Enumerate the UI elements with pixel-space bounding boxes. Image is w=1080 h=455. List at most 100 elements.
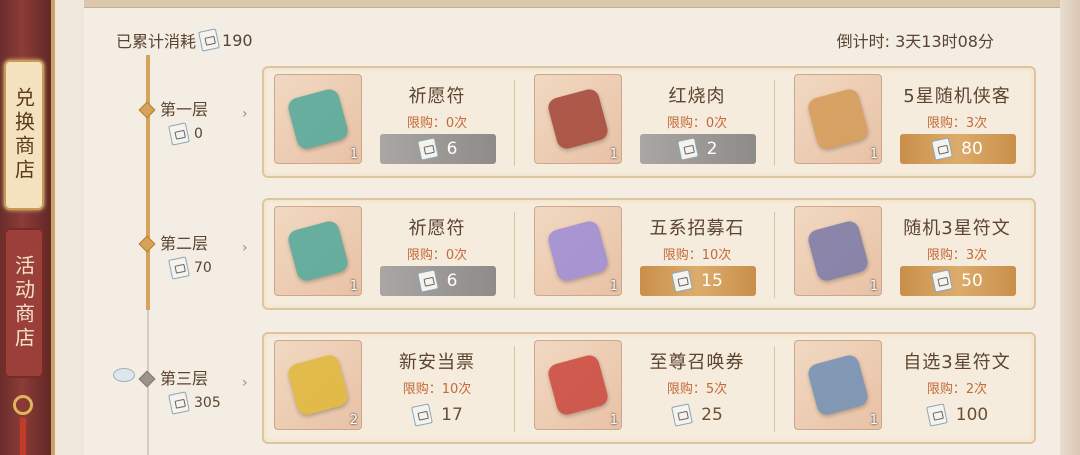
item-price: 100 xyxy=(955,405,989,425)
tier-label: 第三层 305 xyxy=(160,365,240,415)
recruit-stone-icon[interactable]: 1 xyxy=(534,206,622,296)
rune-chest-icon[interactable]: 1 xyxy=(794,340,882,430)
item-name: 红烧肉 xyxy=(668,86,726,107)
item-art xyxy=(275,207,361,295)
item-quantity: 1 xyxy=(349,147,358,162)
tier-arrow-icon: › xyxy=(242,240,248,256)
item-art xyxy=(535,75,621,163)
item-limit: 限购：10次 xyxy=(662,248,732,263)
item-quantity: 1 xyxy=(609,147,618,162)
shop-item[interactable]: 1 五系招募石 限购：10次 15 xyxy=(530,206,768,302)
pendant-icon xyxy=(13,395,33,415)
tab-exchange-shop[interactable]: 兑换商店 xyxy=(4,60,44,210)
divider xyxy=(774,80,775,166)
tier-cost: 0 xyxy=(168,122,240,146)
tier-arrow-icon: › xyxy=(242,106,248,122)
item-quantity: 1 xyxy=(869,147,878,162)
item-name: 自选3星符文 xyxy=(903,352,1011,373)
rune-bag-icon[interactable]: 1 xyxy=(794,206,882,296)
item-limit: 限购：3次 xyxy=(926,248,988,263)
item-art xyxy=(535,207,621,295)
random-hero-bag-icon[interactable]: 1 xyxy=(794,74,882,164)
ticket-icon xyxy=(676,137,699,161)
ticket-icon xyxy=(198,28,220,52)
shop-item[interactable]: 1 随机3星符文 限购：3次 50 xyxy=(790,206,1028,302)
right-frame xyxy=(1060,0,1080,455)
item-art xyxy=(795,207,881,295)
consumed-label: 已累计消耗 xyxy=(116,32,197,51)
item-price: 50 xyxy=(961,271,983,291)
shop-item[interactable]: 2 新安当票 限购：10次 17 xyxy=(270,340,508,436)
summon-ticket-icon[interactable]: 1 xyxy=(534,340,622,430)
item-quantity: 1 xyxy=(869,413,878,428)
item-quantity: 1 xyxy=(609,413,618,428)
buy-button[interactable]: 80 xyxy=(900,134,1016,164)
tab-event-label: 活动商店 xyxy=(11,255,36,351)
item-quantity: 1 xyxy=(609,279,618,294)
tier-cost: 70 xyxy=(168,256,240,280)
ticket-icon xyxy=(411,403,434,427)
tab-event-shop[interactable]: 活动商店 xyxy=(4,228,44,378)
ticket-icon xyxy=(168,256,190,280)
ticket-icon xyxy=(671,403,694,427)
item-quantity: 2 xyxy=(349,413,358,428)
wish-talisman-icon[interactable]: 1 xyxy=(274,74,362,164)
shop-item[interactable]: 1 祈愿符 限购：0次 6 xyxy=(270,206,508,302)
tab-exchange-label: 兑换商店 xyxy=(11,87,36,183)
item-name: 随机3星符文 xyxy=(903,218,1011,239)
wish-talisman-icon[interactable]: 1 xyxy=(274,206,362,296)
item-price: 25 xyxy=(701,405,723,425)
item-art xyxy=(275,75,361,163)
divider xyxy=(514,80,515,166)
item-limit: 限购：5次 xyxy=(666,382,728,397)
shop-item[interactable]: 1 红烧肉 限购：0次 2 xyxy=(530,74,768,170)
tier-label: 第一层 0 xyxy=(160,96,240,146)
braised-pork-icon[interactable]: 1 xyxy=(534,74,622,164)
tier-cost-value: 70 xyxy=(194,260,212,276)
eye-icon[interactable] xyxy=(113,368,135,382)
item-price: 2 xyxy=(706,139,718,159)
buy-button[interactable]: 17 xyxy=(380,400,496,430)
item-quantity: 1 xyxy=(349,279,358,294)
item-art xyxy=(795,341,881,429)
progress-timeline xyxy=(146,55,150,310)
item-limit: 限购：0次 xyxy=(666,116,728,131)
shop-item[interactable]: 1 至尊召唤券 限购：5次 25 xyxy=(530,340,768,436)
buy-button[interactable]: 6 xyxy=(380,134,496,164)
item-price: 6 xyxy=(446,271,458,291)
tier-name: 第一层 xyxy=(160,100,209,119)
item-limit: 限购：2次 xyxy=(926,382,988,397)
item-art xyxy=(795,75,881,163)
buy-button[interactable]: 2 xyxy=(640,134,756,164)
shop-row: 1 祈愿符 限购：0次 6 1 红烧肉 限购：0次 2 1 5星随机侠客 限购：… xyxy=(262,66,1036,178)
ticket-icon xyxy=(416,269,439,293)
tier-arrow-icon: › xyxy=(242,375,248,391)
shop-item[interactable]: 1 5星随机侠客 限购：3次 80 xyxy=(790,74,1028,170)
shop-item[interactable]: 1 祈愿符 限购：0次 6 xyxy=(270,74,508,170)
item-name: 五系招募石 xyxy=(649,218,745,239)
item-name: 祈愿符 xyxy=(408,218,466,239)
tier-cost: 305 xyxy=(168,391,240,415)
tier-name: 第二层 xyxy=(160,234,209,253)
countdown-timer: 倒计时: 3天13时08分 xyxy=(836,32,994,51)
shop-item[interactable]: 1 自选3星符文 限购：2次 100 xyxy=(790,340,1028,436)
buy-button[interactable]: 15 xyxy=(640,266,756,296)
tier-cost-value: 0 xyxy=(194,126,203,142)
item-price: 17 xyxy=(441,405,463,425)
buy-button[interactable]: 100 xyxy=(900,400,1016,430)
pawn-ticket-icon[interactable]: 2 xyxy=(274,340,362,430)
divider xyxy=(514,212,515,298)
item-name: 至尊召唤券 xyxy=(649,352,745,373)
item-art xyxy=(275,341,361,429)
buy-button[interactable]: 6 xyxy=(380,266,496,296)
ticket-icon xyxy=(931,137,954,161)
buy-button[interactable]: 25 xyxy=(640,400,756,430)
ticket-icon xyxy=(416,137,439,161)
item-limit: 限购：3次 xyxy=(926,116,988,131)
shop-row: 2 新安当票 限购：10次 17 1 至尊召唤券 限购：5次 25 1 自选3星… xyxy=(262,332,1036,444)
buy-button[interactable]: 50 xyxy=(900,266,1016,296)
tier-label: 第二层 70 xyxy=(160,230,240,280)
item-art xyxy=(535,341,621,429)
item-name: 5星随机侠客 xyxy=(903,86,1011,107)
divider xyxy=(774,212,775,298)
